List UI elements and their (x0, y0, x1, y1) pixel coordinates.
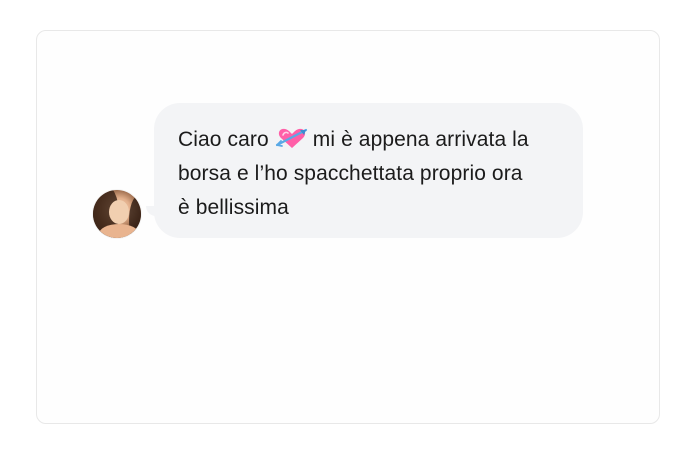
heart-with-arrow-icon (275, 126, 309, 150)
avatar-face (109, 200, 129, 224)
message-text-start: Ciao caro (178, 128, 269, 151)
message-line-2: borsa e l’ho spacchettata proprio ora (178, 162, 523, 185)
avatar-shoulder (99, 224, 139, 238)
avatar[interactable] (93, 190, 141, 238)
message-text-end: mi è appena arrivata la (312, 128, 529, 151)
message-line-3: è bellissima (178, 196, 289, 219)
message-line-1: Ciao caro mi è appena arrivata la (178, 123, 559, 157)
message-bubble: Ciao caro mi è appena arrivata la borsa … (154, 103, 583, 238)
